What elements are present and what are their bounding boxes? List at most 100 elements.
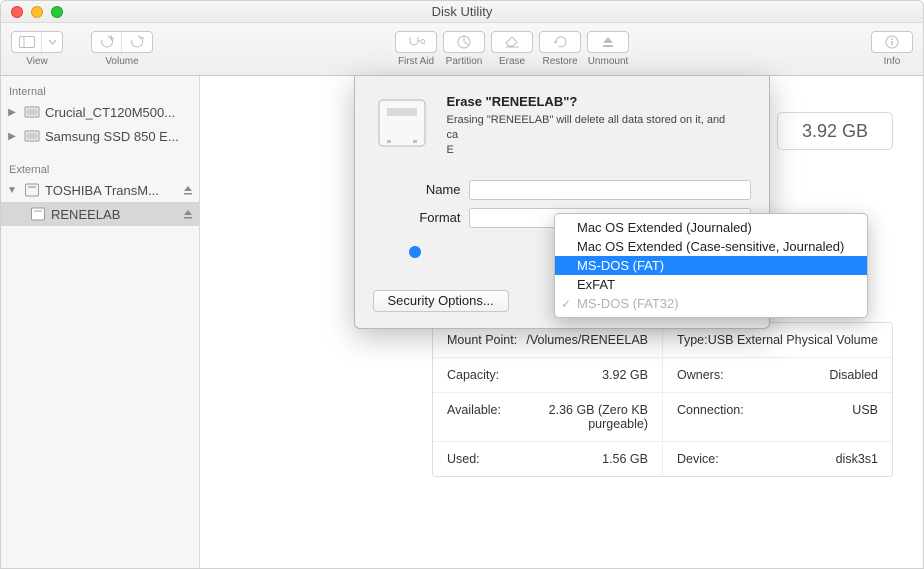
- sheet-title: Erase "RENEELAB"?: [447, 94, 751, 109]
- volume-icon: [29, 205, 47, 223]
- volume-details-table: Mount Point: /Volumes/RENEELAB Type:USB E…: [432, 322, 893, 477]
- info-label: Info: [884, 56, 901, 67]
- format-option-label: MS-DOS (FAT): [577, 258, 664, 273]
- detail-value: 3.92 GB: [602, 368, 648, 382]
- first-aid-button[interactable]: [396, 32, 436, 52]
- partition-label: Partition: [446, 56, 483, 67]
- eject-icon: [602, 36, 614, 48]
- volume-add-button[interactable]: [92, 32, 122, 52]
- volume-remove-button[interactable]: [122, 32, 152, 52]
- sidebar-item-volume-reneelab[interactable]: RENEELAB: [1, 202, 199, 226]
- unmount-button[interactable]: [588, 32, 628, 52]
- format-option-3[interactable]: ExFAT: [555, 275, 867, 294]
- detail-key: Used:: [447, 452, 480, 466]
- external-disk-icon: [23, 181, 41, 199]
- name-input[interactable]: [469, 180, 751, 200]
- detail-value: USB: [852, 403, 878, 431]
- toolbar-erase-group: Erase: [491, 31, 533, 67]
- restore-label: Restore: [542, 56, 577, 67]
- sheet-description: Erasing "RENEELAB" will delete all data …: [447, 113, 751, 158]
- toolbar-info-group: Info: [871, 31, 913, 67]
- toolbar-restore-group: Restore: [539, 31, 581, 67]
- eject-icon[interactable]: [183, 207, 193, 222]
- capacity-badge: 3.92 GB: [777, 112, 893, 150]
- window-minimize-button[interactable]: [31, 6, 43, 18]
- detail-key: Owners:: [677, 368, 724, 382]
- view-menu-button[interactable]: [42, 32, 62, 52]
- sidebar-item-label: Samsung SSD 850 E...: [45, 129, 193, 144]
- security-options-label: Security Options...: [388, 293, 494, 308]
- sidebar-heading-external: External: [1, 160, 199, 178]
- drive-large-icon: [373, 94, 431, 152]
- window-close-button[interactable]: [11, 6, 23, 18]
- sidebar-item-internal-1[interactable]: ▶ Samsung SSD 850 E...: [1, 124, 199, 148]
- detail-value: USB External Physical Volume: [708, 333, 878, 347]
- info-button[interactable]: [872, 32, 912, 52]
- sidebar: Internal ▶ Crucial_CT120M500... ▶ Samsun…: [1, 76, 200, 568]
- detail-key: Connection:: [677, 403, 744, 431]
- toolbar-volume-label: Volume: [105, 56, 138, 67]
- format-menu: Mac OS Extended (Journaled) Mac OS Exten…: [554, 213, 868, 318]
- body: Internal ▶ Crucial_CT120M500... ▶ Samsun…: [1, 76, 923, 568]
- toolbar-partition-group: Partition: [443, 31, 485, 67]
- partition-button[interactable]: [444, 32, 484, 52]
- restore-icon: [553, 35, 567, 49]
- detail-key: Capacity:: [447, 368, 499, 382]
- toolbar-unmount-group: Unmount: [587, 31, 629, 67]
- info-icon: [885, 35, 899, 49]
- detail-value: 1.56 GB: [602, 452, 648, 466]
- internal-disk-icon: [23, 127, 41, 145]
- detail-value: disk3s1: [836, 452, 878, 466]
- name-field-label: Name: [409, 182, 461, 197]
- detail-key: Type:: [677, 333, 708, 347]
- details-row: Available:2.36 GB (Zero KB purgeable) Co…: [433, 392, 892, 441]
- disclosure-triangle-icon[interactable]: ▶: [5, 107, 19, 118]
- volume-add-icon: [99, 35, 115, 49]
- detail-key: Available:: [447, 403, 501, 431]
- disclosure-triangle-icon[interactable]: ▶: [5, 131, 19, 142]
- stethoscope-icon: [407, 35, 425, 49]
- format-option-label: Mac OS Extended (Case-sensitive, Journal…: [577, 239, 844, 254]
- sidebar-heading-internal: Internal: [1, 82, 199, 100]
- unmount-label: Unmount: [588, 56, 629, 67]
- sidebar-item-label: RENEELAB: [51, 207, 179, 222]
- format-option-label: Mac OS Extended (Journaled): [577, 220, 752, 235]
- format-option-2[interactable]: MS-DOS (FAT): [555, 256, 867, 275]
- window-zoom-button[interactable]: [51, 6, 63, 18]
- first-aid-label: First Aid: [398, 56, 434, 67]
- disk-utility-window: Disk Utility View: [0, 0, 924, 569]
- details-row: Capacity:3.92 GB Owners:Disabled: [433, 357, 892, 392]
- toolbar: View Volume First Aid: [1, 23, 923, 76]
- detail-key: Device:: [677, 452, 719, 466]
- check-icon: ✓: [561, 297, 571, 311]
- detail-value: /Volumes/RENEELAB: [526, 333, 648, 347]
- toolbar-firstaid-group: First Aid: [395, 31, 437, 67]
- sidebar-item-internal-0[interactable]: ▶ Crucial_CT120M500...: [1, 100, 199, 124]
- erase-button[interactable]: [492, 32, 532, 52]
- view-sidebar-button[interactable]: [12, 32, 42, 52]
- window-title: Disk Utility: [1, 4, 923, 19]
- sidebar-item-external-0[interactable]: ▼ TOSHIBA TransM...: [1, 178, 199, 202]
- sidebar-icon: [19, 36, 35, 48]
- detail-key: Mount Point:: [447, 333, 517, 347]
- titlebar: Disk Utility: [1, 1, 923, 23]
- disclosure-triangle-icon[interactable]: ▼: [5, 185, 19, 196]
- format-option-4: ✓ MS-DOS (FAT32): [555, 294, 867, 313]
- chevron-down-icon: [48, 39, 57, 45]
- restore-button[interactable]: [540, 32, 580, 52]
- format-option-label: MS-DOS (FAT32): [577, 296, 679, 311]
- format-option-0[interactable]: Mac OS Extended (Journaled): [555, 218, 867, 237]
- volume-remove-icon: [129, 35, 145, 49]
- eject-icon[interactable]: [183, 183, 193, 198]
- sidebar-item-label: TOSHIBA TransM...: [45, 183, 179, 198]
- toolbar-view-label: View: [26, 56, 48, 67]
- content-pane: 3.92 GB Erase "RENEELAB"? Erasing "RENEE…: [200, 76, 923, 568]
- internal-disk-icon: [23, 103, 41, 121]
- usage-legend-dot: [409, 246, 421, 258]
- sheet-desc-line1: Erasing "RENEELAB" will delete all data …: [447, 114, 726, 126]
- detail-value: 2.36 GB (Zero KB purgeable): [501, 403, 648, 431]
- toolbar-view-group: View: [11, 31, 63, 67]
- erase-icon: [504, 36, 520, 48]
- security-options-button[interactable]: Security Options...: [373, 290, 509, 312]
- format-option-1[interactable]: Mac OS Extended (Case-sensitive, Journal…: [555, 237, 867, 256]
